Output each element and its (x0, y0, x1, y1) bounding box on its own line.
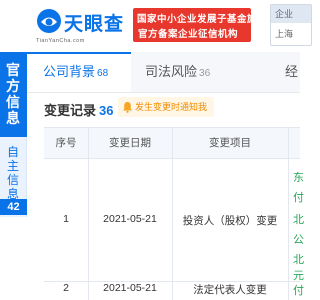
banner-line-2: 官方备案企业征信机构 (138, 29, 239, 40)
credential-banner: 国家中小企业发展子基金旗下 官方备案企业征信机构 (133, 8, 267, 42)
sidebar-official-label: 官方信息 (6, 62, 20, 126)
row-index: 2 (63, 282, 69, 294)
sidebar-tab-official[interactable]: 官方信息 (0, 52, 27, 137)
tab-label: 司法风险 (145, 64, 198, 79)
region-type: 企业 (271, 5, 311, 23)
region-selector[interactable]: 企业 上海 (270, 4, 312, 46)
row-content-fragment: 北 (293, 254, 304, 266)
logo[interactable]: 天眼查 TianYanCha.com (36, 6, 125, 46)
header-date: 变更日期 (109, 137, 151, 149)
tab-label: 公司背景 (43, 64, 96, 79)
section-count: 36 (99, 103, 114, 118)
row-content-fragment: 北 (293, 214, 304, 226)
row-index: 1 (63, 213, 69, 225)
bell-icon (123, 102, 132, 113)
tab-operation[interactable]: 经 (285, 52, 298, 92)
row-date: 2021-05-21 (103, 213, 157, 225)
table-row: 1 2021-05-21 投资人（股权）变更 东 付 北 公 北 元 (44, 159, 304, 282)
region-name: 上海 (275, 29, 294, 39)
row-content-fragment: 东 (293, 172, 304, 184)
notify-button[interactable]: 发生变更时通知我 (118, 97, 214, 117)
change-record-table: 序号 变更日期 变更项目 1 2021-05-21 投资人（股权）变更 东 付 … (44, 127, 304, 300)
logo-subtext: TianYanCha.com (36, 38, 85, 44)
main-tabs: 公司背景 68 司法风险 36 经 (27, 52, 300, 93)
tab-label: 经 (285, 64, 299, 79)
tab-count: 68 (97, 68, 109, 79)
row-content-fragment: 付 (293, 192, 304, 204)
row-item: 法定代表人变更 (193, 284, 267, 296)
table-row: 2 2021-05-21 法定代表人变更 付 (44, 282, 304, 300)
row-content-fragment: 公 (293, 234, 304, 246)
section-title-text: 变更记录 (44, 103, 97, 118)
header-index: 序号 (55, 137, 77, 149)
sidebar-self-count: 42 (0, 199, 27, 215)
banner-line-1: 国家中小企业发展子基金旗下 (137, 14, 268, 25)
tab-company-background[interactable]: 公司背景 68 (27, 52, 131, 92)
tab-count: 36 (199, 68, 211, 79)
row-content-fragment: 元 (293, 270, 304, 282)
row-content-fragment: 付 (293, 285, 304, 297)
eye-logo-icon (37, 9, 61, 33)
row-date: 2021-05-21 (103, 282, 157, 294)
header-item: 变更项目 (209, 137, 251, 149)
sidebar-self-label: 自主信息 (7, 145, 20, 201)
notify-label: 发生变更时通知我 (135, 102, 208, 112)
tab-legal-risk[interactable]: 司法风险 36 (145, 52, 210, 92)
section-title: 变更记录 36 (44, 100, 113, 119)
site-header: 天眼查 TianYanCha.com 国家中小企业发展子基金旗下 官方备案企业征… (0, 0, 312, 53)
logo-text: 天眼查 (64, 14, 125, 35)
row-item: 投资人（股权）变更 (182, 215, 278, 227)
